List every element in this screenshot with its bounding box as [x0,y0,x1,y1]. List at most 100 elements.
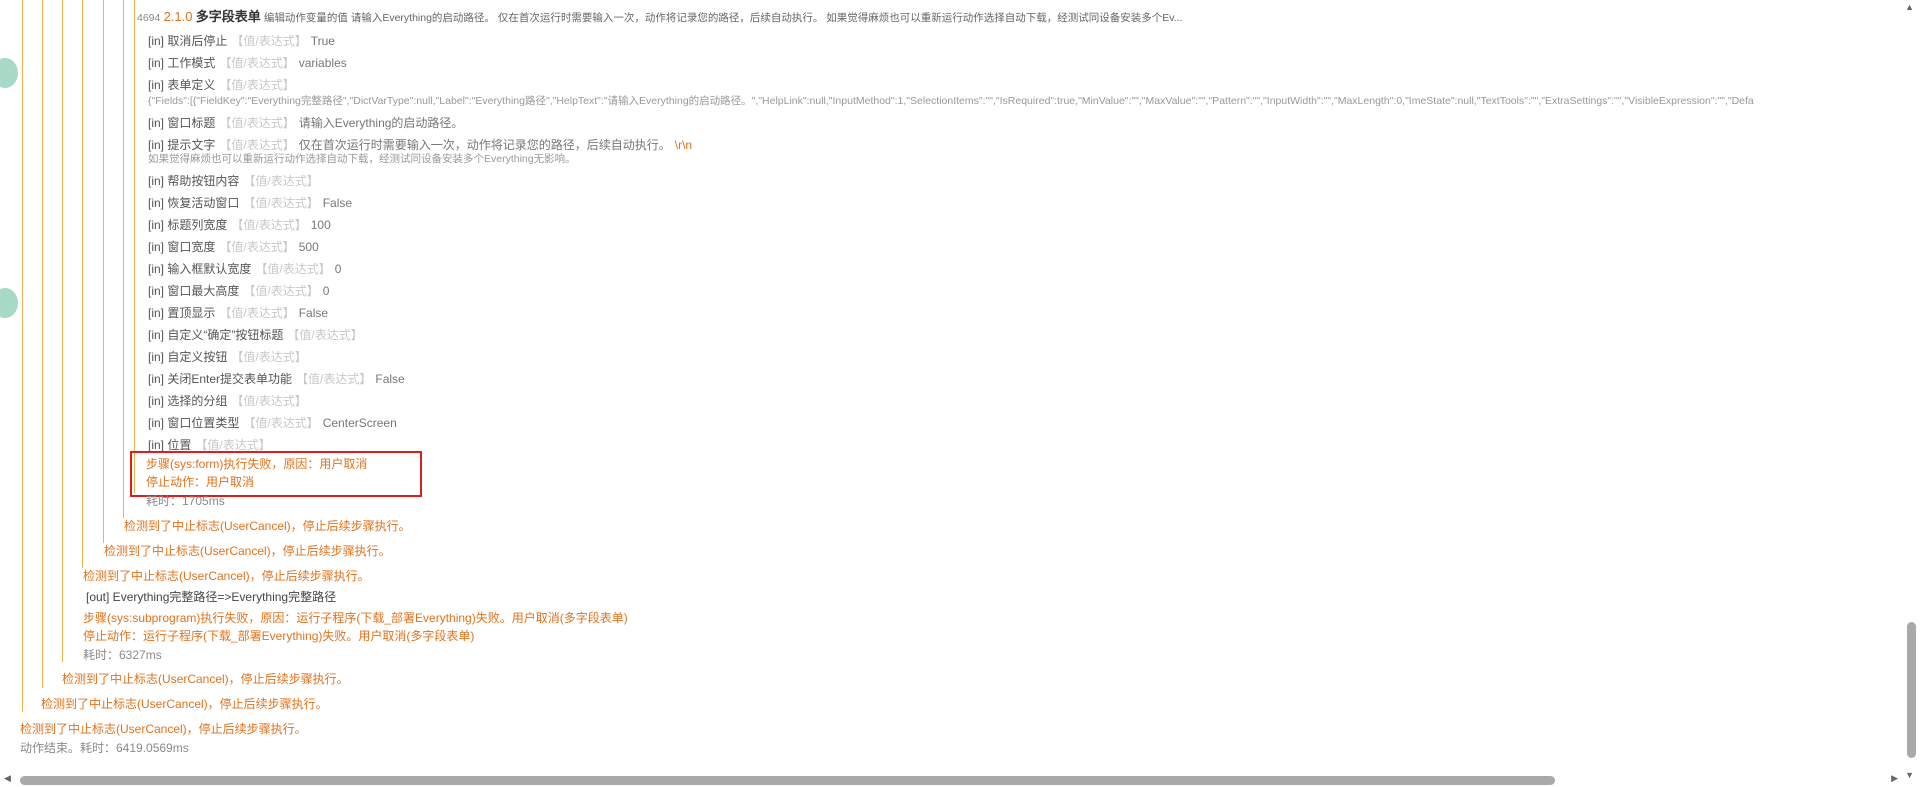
param-row: [in] 窗口标题 【值/表达式】 请输入Everything的启动路径。 [148,116,463,130]
param-name: 表单定义 [167,78,216,92]
param-tag: [in] [148,328,165,342]
param-name: 选择的分组 [167,394,228,408]
param-value: CenterScreen [322,416,397,430]
form-definition-json: {"Fields":[{"FieldKey":"Everything完整路径",… [148,95,1754,107]
param-value: 请输入Everything的启动路径。 [298,116,464,130]
param-row: [in] 置顶显示 【值/表达式】 False [148,306,328,320]
error-form-failed: 步骤(sys:form)执行失败，原因：用户取消 [146,457,368,471]
param-placeholder: 【值/表达式】 [231,34,307,48]
action-finished: 动作结束。耗时：6419.0569ms [20,741,189,755]
param-tag: [in] [148,218,165,232]
scroll-right-icon[interactable]: ▶ [1891,773,1898,784]
param-tag: [in] [148,438,165,452]
scroll-down-icon[interactable]: ▼ [1905,770,1914,780]
param-placeholder: 【值/表达式】 [231,218,307,232]
param-row: [in] 自定义“确定”按钮标题 【值/表达式】 [148,328,367,342]
param-tag: [in] [148,262,165,276]
param-placeholder: 【值/表达式】 [231,394,307,408]
param-value: 500 [298,240,319,254]
step-id: 4694 [137,12,161,24]
escape-sequence: \r\n [674,138,693,152]
param-name: 窗口最大高度 [167,284,240,298]
param-row: [in] 表单定义 【值/表达式】 [148,78,299,92]
param-placeholder: 【值/表达式】 [287,328,363,342]
param-row: [in] 选择的分组 【值/表达式】 [148,394,311,408]
param-row: [in] 位置 【值/表达式】 [148,438,275,452]
param-name: 位置 [167,438,192,452]
param-name: 输入框默认宽度 [167,262,252,276]
param-row: [in] 恢复活动窗口 【值/表达式】 False [148,196,352,210]
param-tag: [in] [148,56,165,70]
subprogram-stop: 停止动作：运行子程序(下载_部署Everything)失败。用户取消(多字段表单… [83,629,475,643]
vertical-scroll-thumb[interactable] [1907,622,1916,758]
param-tag: [in] [148,416,165,430]
param-placeholder: 【值/表达式】 [296,372,372,386]
param-value: 100 [310,218,331,232]
param-placeholder: 【值/表达式】 [219,116,295,130]
param-tag: [in] [148,240,165,254]
param-value: True [310,34,335,48]
param-name: 关闭Enter提交表单功能 [167,372,293,386]
step-version: 2.1.0 [163,9,193,24]
param-tag: [in] [148,174,165,188]
param-name: 提示文字 [167,138,216,152]
param-tag: [in] [148,394,165,408]
param-tag: [in] [148,306,165,320]
param-value: variables [298,56,347,70]
error-stop-action: 停止动作：用户取消 [146,475,255,489]
step-description: 编辑动作变量的值 请输入Everything的启动路径。 仅在首次运行时需要输入… [263,12,1183,24]
param-placeholder: 【值/表达式】 [219,240,295,254]
param-placeholder: 【值/表达式】 [219,306,295,320]
param-value: False [298,306,329,320]
elapsed-time: 耗时：6327ms [83,648,162,662]
param-placeholder: 【值/表达式】 [243,174,319,188]
side-pin-button[interactable] [0,288,18,318]
tree-line [82,0,83,568]
out-variable-line: [out] Everything完整路径=>Everything完整路径 [86,590,337,604]
param-placeholder: 【值/表达式】 [243,416,319,430]
param-value: 0 [334,262,342,276]
param-placeholder: 【值/表达式】 [195,438,271,452]
param-value: 仅在首次运行时需要输入一次，动作将记录您的路径，后续自动执行。 [298,138,671,152]
param-row: [in] 窗口最大高度 【值/表达式】 0 [148,284,329,298]
param-row: [in] 工作模式 【值/表达式】 variables [148,56,347,70]
param-name: 恢复活动窗口 [167,196,240,210]
param-placeholder: 【值/表达式】 [219,138,295,152]
cancel-message: 检测到了中止标志(UserCancel)，停止后续步骤执行。 [104,544,391,558]
side-float-button[interactable] [0,58,18,88]
param-row: [in] 窗口宽度 【值/表达式】 500 [148,240,319,254]
tree-line [103,0,104,543]
vertical-scrollbar[interactable]: ▲ [1900,0,1920,787]
param-name: 窗口位置类型 [167,416,240,430]
param-row: [in] 关闭Enter提交表单功能 【值/表达式】 False [148,372,405,386]
param-name: 标题列宽度 [167,218,228,232]
param-placeholder: 【值/表达式】 [219,56,295,70]
param-name: 工作模式 [167,56,216,70]
cancel-message: 检测到了中止标志(UserCancel)，停止后续步骤执行。 [62,672,349,686]
param-name: 自定义按钮 [167,350,228,364]
param-tag: [in] [148,138,165,152]
param-tag: [in] [148,284,165,298]
tree-line [22,0,23,712]
param-tag: [in] [148,372,165,386]
param-placeholder: 【值/表达式】 [243,196,319,210]
scroll-up-icon[interactable]: ▲ [1905,2,1914,12]
param-name: 置顶显示 [167,306,216,320]
param-row: [in] 帮助按钮内容 【值/表达式】 [148,174,323,188]
param-row: [in] 输入框默认宽度 【值/表达式】 0 [148,262,341,276]
horizontal-scrollbar[interactable]: ◀ ▶ [0,771,1920,787]
param-row: [in] 窗口位置类型 【值/表达式】 CenterScreen [148,416,397,430]
step-header: 4694 2.1.0 多字段表单 编辑动作变量的值 请输入Everything的… [137,10,1183,25]
param-tag: [in] [148,196,165,210]
param-value: 0 [322,284,330,298]
param-tag: [in] [148,78,165,92]
param-placeholder: 【值/表达式】 [219,78,295,92]
tree-line [134,0,135,493]
param-name: 自定义“确定”按钮标题 [167,328,284,342]
cancel-message: 检测到了中止标志(UserCancel)，停止后续步骤执行。 [20,722,307,736]
step-action-name: 多字段表单 [195,9,261,24]
horizontal-scroll-thumb[interactable] [20,776,1555,785]
scroll-left-icon[interactable]: ◀ [4,773,11,784]
tree-line [62,0,63,662]
param-row: [in] 取消后停止 【值/表达式】 True [148,34,335,48]
